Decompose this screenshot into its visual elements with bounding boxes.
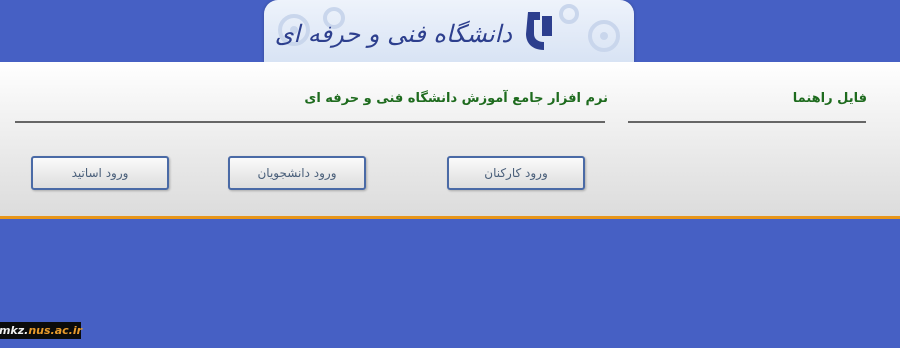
domain-label: mkz. nus.ac.ir: [0, 322, 83, 339]
domain-accent: nus.ac.ir: [28, 324, 83, 337]
domain-prefix: mkz.: [0, 324, 29, 337]
professor-login-button[interactable]: ورود اساتید: [31, 156, 169, 190]
login-panel: فایل راهنما نرم افزار جامع آموزش دانشگاه…: [0, 62, 900, 219]
header-logo-banner: دانشگاه فنی و حرفه ای: [264, 0, 634, 62]
help-divider: [628, 121, 866, 123]
university-emblem-icon: [526, 12, 552, 50]
student-login-button[interactable]: ورود دانشجویان: [228, 156, 366, 190]
system-title: نرم افزار جامع آموزش دانشگاه فنی و حرفه …: [304, 91, 608, 106]
title-divider: [15, 121, 605, 123]
university-logo-text: دانشگاه فنی و حرفه ای: [274, 20, 512, 48]
staff-login-button[interactable]: ورود کارکنان: [447, 156, 585, 190]
help-file-link[interactable]: فایل راهنما: [793, 91, 867, 106]
